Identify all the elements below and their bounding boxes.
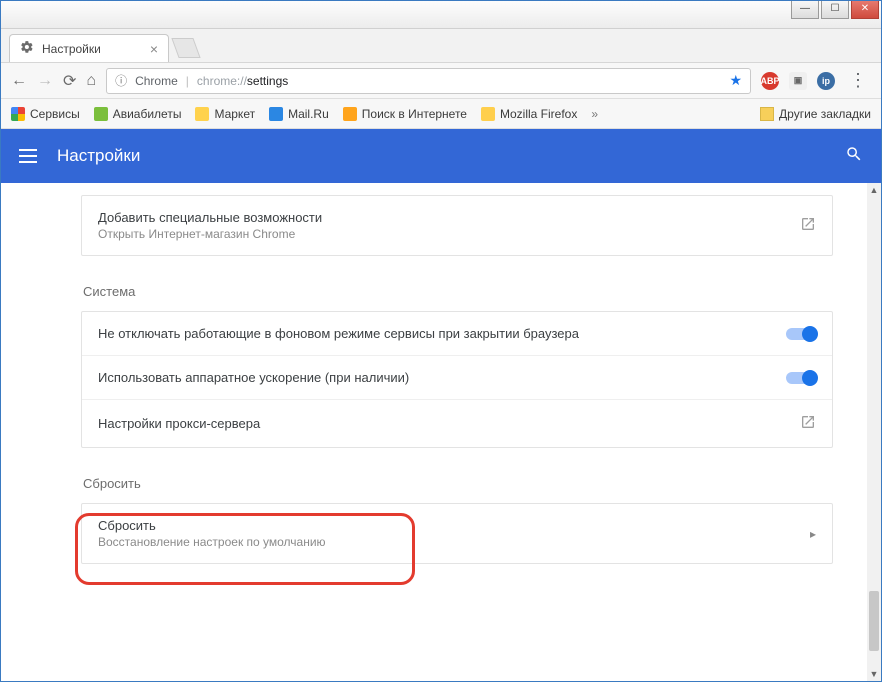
open-external-icon — [800, 414, 816, 433]
open-external-icon — [800, 216, 816, 235]
system-hardware-accel-row[interactable]: Использовать аппаратное ускорение (при н… — [82, 356, 832, 400]
bookmark-label: Другие закладки — [779, 107, 871, 121]
extension-generic-icon[interactable]: ▣ — [789, 72, 807, 90]
bookmark-market[interactable]: Маркет — [195, 107, 255, 121]
bookmark-other-folder[interactable]: Другие закладки — [760, 107, 871, 121]
window-frame: — ☐ ✕ Настройки × ← → ⟳ ⌂ ⓘ Chrome | chr… — [0, 0, 882, 682]
bookmark-label: Mail.Ru — [288, 107, 329, 121]
info-icon: ⓘ — [115, 72, 127, 89]
window-titlebar: — ☐ ✕ — [1, 1, 881, 29]
scroll-down-button[interactable]: ▼ — [867, 667, 881, 681]
bookmark-label: Авиабилеты — [113, 107, 182, 121]
tab-close-button[interactable]: × — [150, 41, 158, 57]
toggle-hardware-accel[interactable] — [786, 372, 816, 384]
chevron-right-icon: ▸ — [810, 527, 816, 541]
bookmarks-bar: Сервисы Авиабилеты Маркет Mail.Ru Поиск … — [1, 99, 881, 129]
bookmark-aviatickets[interactable]: Авиабилеты — [94, 107, 182, 121]
row-title: Не отключать работающие в фоновом режиме… — [98, 326, 786, 341]
bookmark-label: Mozilla Firefox — [500, 107, 577, 121]
gear-icon — [20, 40, 34, 57]
extension-abp-icon[interactable]: ABP — [761, 72, 779, 90]
row-title: Сбросить — [98, 518, 810, 533]
browser-menu-button[interactable]: ⋮ — [845, 70, 871, 91]
tab-settings[interactable]: Настройки × — [9, 34, 169, 62]
nav-back-button[interactable]: ← — [11, 72, 27, 90]
section-heading-system: Система — [83, 284, 833, 299]
reset-card: Сбросить Восстановление настроек по умол… — [81, 503, 833, 564]
bookmark-internet-search[interactable]: Поиск в Интернете — [343, 107, 467, 121]
settings-search-button[interactable] — [845, 145, 863, 168]
omnibox-origin-label: Chrome — [135, 74, 178, 88]
browser-toolbar: ← → ⟳ ⌂ ⓘ Chrome | chrome://settings ★ A… — [1, 63, 881, 99]
tab-title: Настройки — [42, 42, 101, 56]
cart-icon — [195, 107, 209, 121]
omnibox-path: settings — [247, 74, 288, 88]
accessibility-card: Добавить специальные возможности Открыть… — [81, 195, 833, 256]
firefox-icon — [481, 107, 495, 121]
row-title: Настройки прокси-сервера — [98, 416, 800, 431]
window-minimize-button[interactable]: — — [791, 1, 819, 19]
omnibox-protocol: chrome:// — [197, 74, 247, 88]
bookmark-mozilla[interactable]: Mozilla Firefox — [481, 107, 577, 121]
extension-ip-icon[interactable]: ip — [817, 72, 835, 90]
bookmark-apps[interactable]: Сервисы — [11, 107, 80, 121]
row-subtitle: Открыть Интернет-магазин Chrome — [98, 227, 800, 241]
address-bar[interactable]: ⓘ Chrome | chrome://settings ★ — [106, 68, 751, 94]
reset-settings-row[interactable]: Сбросить Восстановление настроек по умол… — [82, 504, 832, 563]
bookmark-label: Сервисы — [30, 107, 80, 121]
bookmark-star-icon[interactable]: ★ — [729, 72, 742, 89]
nav-reload-button[interactable]: ⟳ — [63, 71, 76, 91]
system-background-apps-row[interactable]: Не отключать работающие в фоновом режиме… — [82, 312, 832, 356]
row-title: Добавить специальные возможности — [98, 210, 800, 225]
bookmark-label: Поиск в Интернете — [362, 107, 467, 121]
settings-header: Настройки — [1, 129, 881, 183]
system-card: Не отключать работающие в фоновом режиме… — [81, 311, 833, 448]
bookmark-overflow-button[interactable]: » — [591, 107, 598, 121]
mail-icon — [269, 107, 283, 121]
tab-strip: Настройки × — [1, 29, 881, 63]
row-subtitle: Восстановление настроек по умолчанию — [98, 535, 810, 549]
magnifier-icon — [343, 107, 357, 121]
section-heading-reset: Сбросить — [83, 476, 833, 491]
scrollbar-track[interactable]: ▲ ▼ — [867, 183, 881, 681]
nav-home-button[interactable]: ⌂ — [86, 72, 96, 90]
plane-icon — [94, 107, 108, 121]
new-tab-button[interactable] — [171, 38, 200, 58]
settings-page-title: Настройки — [57, 146, 140, 166]
folder-icon — [760, 107, 774, 121]
settings-content-area: Добавить специальные возможности Открыть… — [1, 183, 881, 681]
apps-icon — [11, 107, 25, 121]
bookmark-label: Маркет — [214, 107, 255, 121]
row-title: Использовать аппаратное ускорение (при н… — [98, 370, 786, 385]
window-close-button[interactable]: ✕ — [851, 1, 879, 19]
system-proxy-row[interactable]: Настройки прокси-сервера — [82, 400, 832, 447]
accessibility-add-row[interactable]: Добавить специальные возможности Открыть… — [82, 196, 832, 255]
nav-forward-button[interactable]: → — [37, 72, 53, 90]
hamburger-menu-button[interactable] — [19, 149, 37, 163]
scroll-thumb[interactable] — [869, 591, 879, 651]
bookmark-mailru[interactable]: Mail.Ru — [269, 107, 329, 121]
scroll-up-button[interactable]: ▲ — [867, 183, 881, 197]
toggle-background-apps[interactable] — [786, 328, 816, 340]
window-maximize-button[interactable]: ☐ — [821, 1, 849, 19]
